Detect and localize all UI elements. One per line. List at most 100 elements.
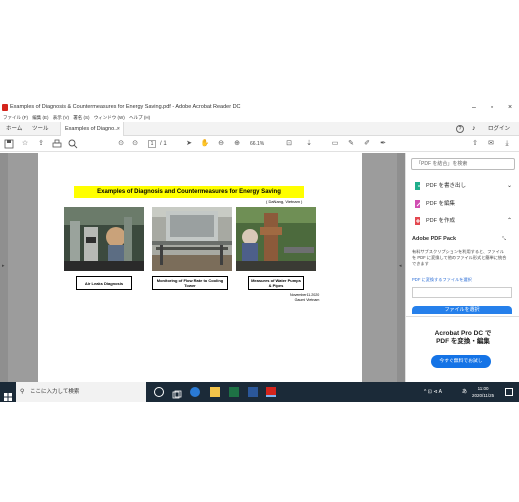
star-icon[interactable]: ☆ [20, 139, 30, 149]
fit-page-icon[interactable]: ⊡ [284, 139, 294, 149]
file-drop-field[interactable] [412, 287, 512, 298]
maximize-button[interactable]: ▫ [483, 101, 501, 114]
windows-start-icon[interactable] [4, 388, 12, 401]
comment-icon[interactable]: ▭ [330, 139, 340, 149]
pro-title-line2: PDF を変換・編集 [436, 338, 490, 345]
pack-collapse-icon[interactable]: ⤡ [502, 236, 506, 242]
tab-tools[interactable]: ツール [28, 122, 53, 136]
minimize-button[interactable]: – [465, 101, 483, 114]
tab-bar: ホーム ツール Examples of Diagno... × ? ♪ ログイン [0, 122, 519, 136]
edit-pdf-icon [414, 200, 422, 208]
scroll-mode-icon[interactable]: ⇣ [304, 139, 314, 149]
export-pdf-icon [414, 182, 422, 190]
zoom-level-select[interactable]: 66.1% [250, 140, 274, 148]
notification-icon[interactable] [505, 388, 513, 396]
menu-file[interactable]: ファイル (F) [3, 115, 28, 120]
task-view-icon[interactable] [172, 387, 182, 399]
next-page-icon[interactable]: ⊙ [130, 139, 140, 149]
tab-document-label: Examples of Diagno... [65, 126, 119, 132]
bell-icon[interactable]: ♪ [472, 125, 476, 133]
caption-water-pumps: Measures of Water Pumps & Pipes [248, 276, 304, 290]
slide-subtitle: ( DaNang, Vietnam ) [266, 199, 303, 204]
acrobat-window: Examples of Diagnosis & Countermeasures … [0, 101, 519, 402]
page-total: / 1 [160, 141, 167, 147]
menu-window[interactable]: ウィンドウ (W) [94, 115, 125, 120]
chevron-down-icon[interactable]: ⌄ [507, 180, 512, 192]
save-icon[interactable] [4, 139, 14, 149]
window-title: Examples of Diagnosis & Countermeasures … [10, 104, 241, 110]
toolbar: ☆ ⇪ ⊙ ⊙ 1 / 1 ➤ ✋ ⊖ ⊕ 66.1% ⊡ ⇣ ▭ ✎ ✐ ✒ … [0, 136, 519, 152]
left-panel-toggle[interactable]: ▸ [0, 153, 8, 382]
tools-pane: 「PDF を結合」を検索 PDF を書き出し ⌄ PDF を編集 PDF を作成… [405, 153, 519, 382]
caption-cooling-tower: Monitoring of Flow Rate to Cooling Tower [152, 276, 228, 290]
chevron-up-icon[interactable]: ⌃ [507, 215, 512, 227]
hand-tool-icon[interactable]: ✋ [200, 139, 210, 149]
prev-page-icon[interactable]: ⊙ [116, 139, 126, 149]
menu-help[interactable]: ヘルプ (H) [129, 115, 150, 120]
edit-pdf-item[interactable]: PDF を編集 [414, 198, 514, 210]
excel-icon[interactable] [229, 387, 239, 397]
taskbar-clock[interactable]: 11:00 2020/11/25 [472, 385, 494, 399]
menu-sign[interactable]: 署名 (S) [73, 115, 89, 120]
create-pdf-label: PDF を作成 [426, 218, 456, 224]
edge-icon[interactable] [190, 387, 200, 397]
file-explorer-icon[interactable] [210, 387, 220, 397]
right-panel-toggle[interactable]: ◂ [397, 153, 405, 382]
tab-home[interactable]: ホーム [2, 122, 26, 136]
highlight-icon[interactable]: ✐ [362, 139, 372, 149]
sign-icon[interactable]: ✒ [378, 139, 388, 149]
mail-icon[interactable]: ✉ [486, 139, 496, 149]
word-icon[interactable] [248, 387, 258, 397]
print-icon[interactable] [52, 139, 62, 149]
free-trial-button[interactable]: 今すぐ無料でお試し [431, 355, 491, 368]
select-cursor-icon[interactable]: ➤ [184, 139, 194, 149]
cortana-icon[interactable] [154, 387, 164, 397]
slide-title: Examples of Diagnosis and Countermeasure… [74, 186, 304, 198]
tools-search-input[interactable]: 「PDF を結合」を検索 [411, 158, 515, 170]
create-pdf-icon [414, 217, 422, 225]
windows-taskbar: ⚲ ここに入力して検索 ^ ⊡ ⊲ A あ 11:00 2020/11/25 [0, 382, 519, 402]
clock-date: 2020/11/25 [472, 393, 495, 398]
slide-date: November11.2020 Gaumi Vietnam [290, 293, 319, 303]
login-button[interactable]: ログイン [484, 122, 514, 136]
taskbar-search-icon: ⚲ [20, 389, 25, 395]
pdf-pack-title: Adobe PDF Pack [412, 236, 457, 242]
edit-pdf-label: PDF を編集 [426, 201, 456, 207]
photo-cooling-tower [152, 207, 232, 271]
menu-view[interactable]: 表示 (V) [53, 115, 69, 120]
upload-icon[interactable]: ⇪ [36, 139, 46, 149]
search-icon[interactable] [68, 139, 78, 149]
acrobat-taskbar-icon[interactable] [266, 387, 276, 397]
taskbar-search-placeholder: ここに入力して検索 [30, 389, 80, 395]
select-file-link[interactable]: PDF に変換するファイルを選択 [412, 277, 472, 283]
select-file-button[interactable]: ファイルを選択 [412, 306, 512, 314]
acrobat-pro-promo: Acrobat Pro DC で PDF を変換・編集 [416, 330, 510, 346]
system-tray[interactable]: ^ ⊡ ⊲ A [424, 382, 442, 402]
menu-bar: ファイル (F) 編集 (E) 表示 (V) 署名 (S) ウィンドウ (W) … [0, 114, 519, 122]
page-number-input[interactable]: 1 [148, 140, 156, 148]
menu-edit[interactable]: 編集 (E) [32, 115, 48, 120]
document-viewport[interactable]: Examples of Diagnosis and Countermeasure… [0, 153, 405, 382]
title-bar: Examples of Diagnosis & Countermeasures … [0, 101, 519, 114]
pro-title-line1: Acrobat Pro DC で [434, 330, 492, 337]
caption-air-leak: Air Leaks Diagnosis [76, 276, 132, 290]
slide-date-line2: Gaumi Vietnam [294, 298, 320, 302]
taskbar-search-input[interactable]: ⚲ ここに入力して検索 [16, 382, 146, 402]
pdf-page: Examples of Diagnosis and Countermeasure… [38, 153, 362, 382]
zoom-in-icon[interactable]: ⊕ [232, 139, 242, 149]
export-icon[interactable]: ⤓ [502, 139, 512, 149]
create-pdf-item[interactable]: PDF を作成 ⌃ [414, 215, 514, 227]
ime-indicator[interactable]: あ [462, 382, 467, 402]
pen-icon[interactable]: ✎ [346, 139, 356, 149]
clock-time: 11:00 [477, 386, 489, 391]
pdf-pack-description: 有料サブスクリプションを利用すると、ファイルを PDF に変換して他のファイル形… [412, 249, 507, 266]
close-button[interactable]: × [501, 101, 519, 114]
zoom-out-icon[interactable]: ⊖ [216, 139, 226, 149]
tab-document[interactable]: Examples of Diagno... × [60, 122, 124, 136]
export-pdf-item[interactable]: PDF を書き出し ⌄ [414, 180, 514, 192]
help-icon[interactable]: ? [456, 125, 464, 133]
share-icon[interactable]: ⇧ [470, 139, 480, 149]
pane-divider [406, 316, 519, 317]
photo-air-leak [64, 207, 144, 271]
tab-close-icon[interactable]: × [117, 122, 120, 136]
